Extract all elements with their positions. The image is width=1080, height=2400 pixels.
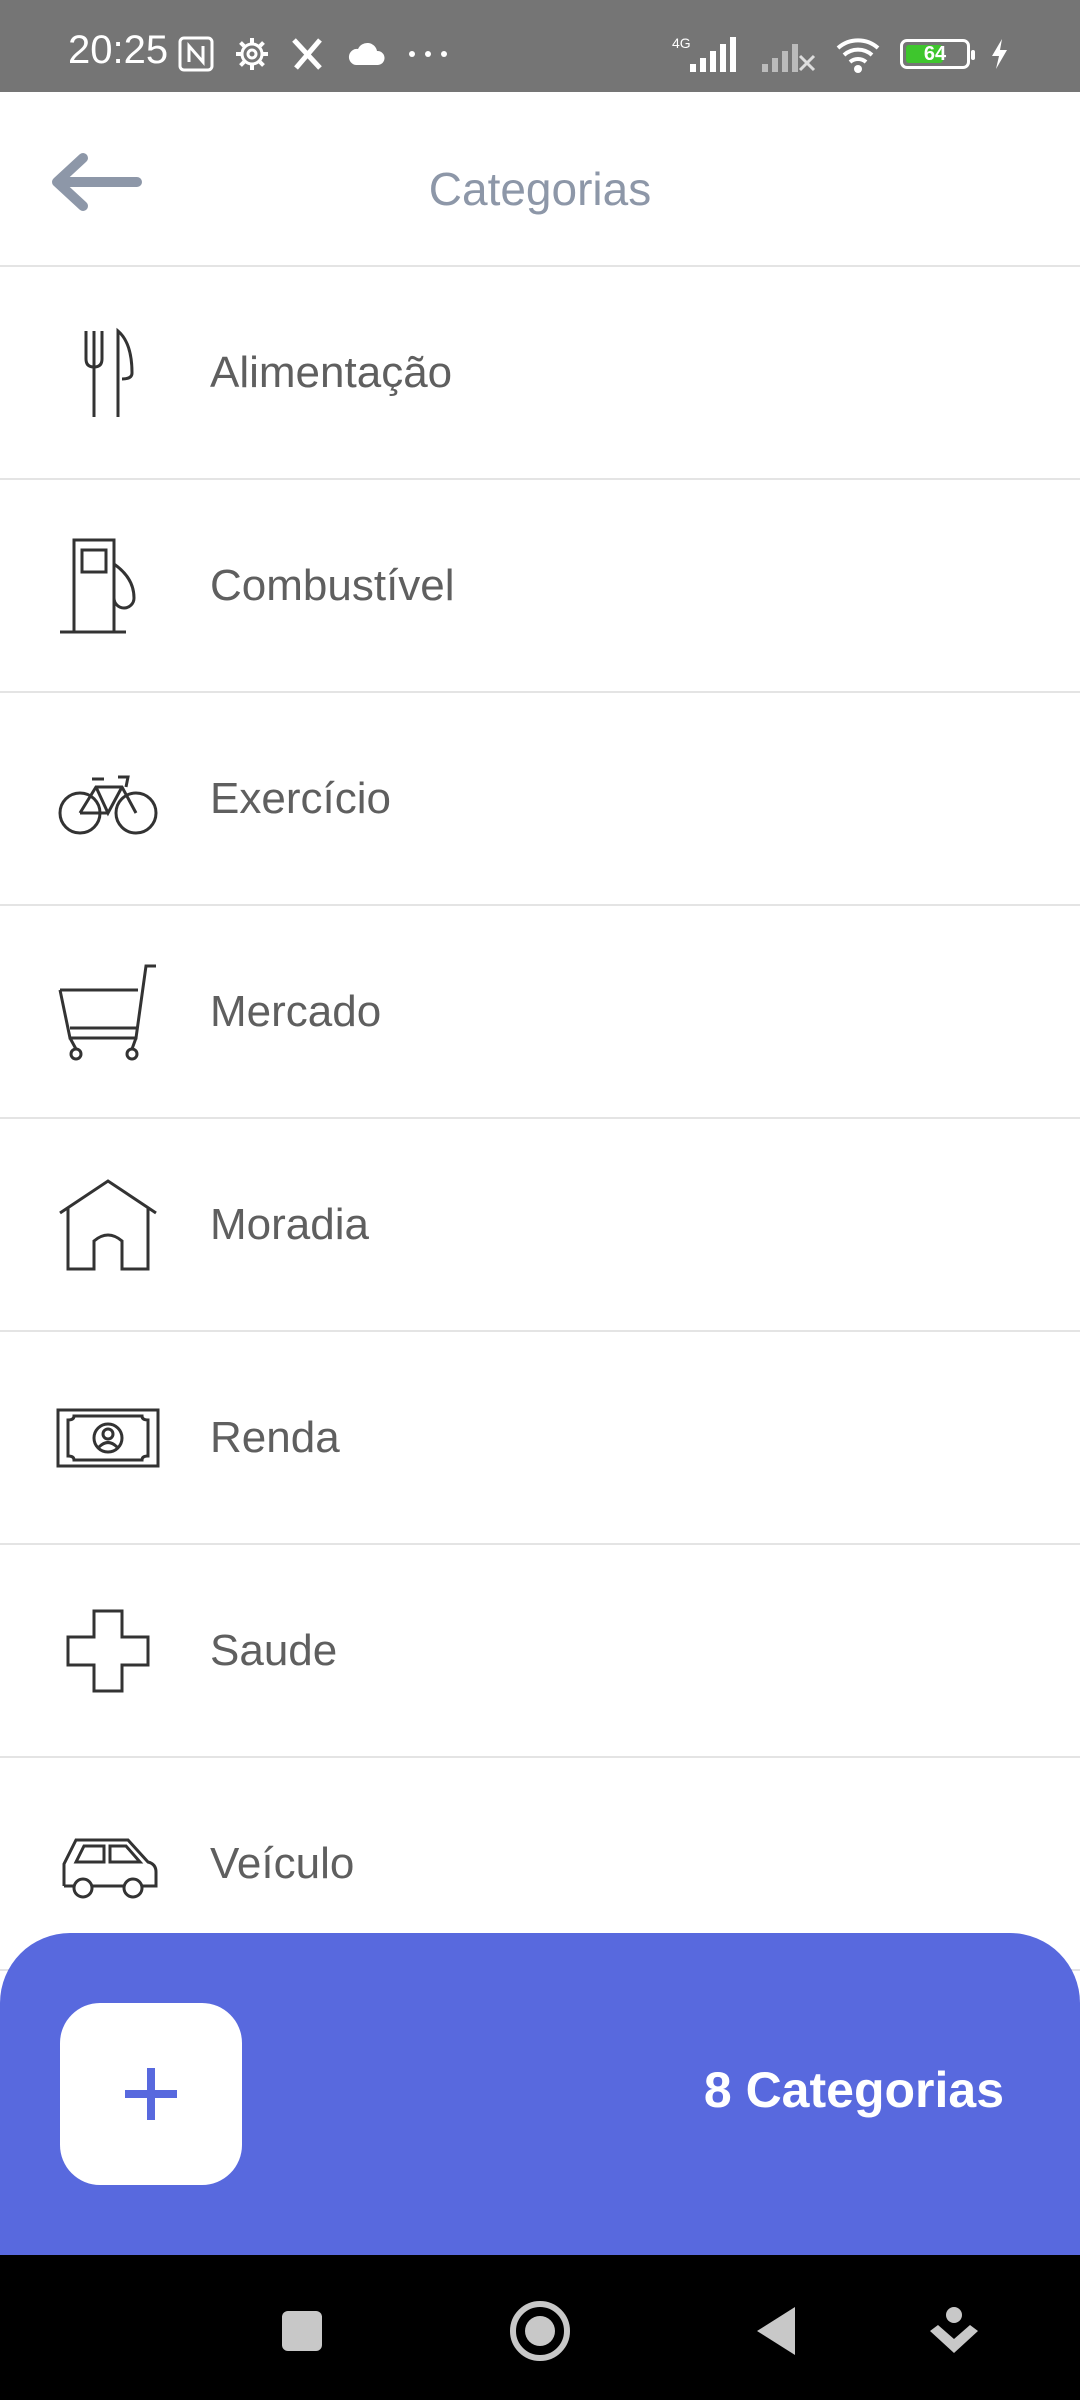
plus-icon [125, 2068, 177, 2120]
cellular-no-signal-icon [762, 44, 816, 72]
category-label: Renda [210, 1412, 340, 1462]
more-icon [409, 51, 447, 57]
app-header: Categorias [0, 92, 1080, 267]
category-label: Exercício [210, 773, 391, 823]
status-time: 20:25 [68, 28, 169, 72]
nav-back-button[interactable] [740, 2295, 812, 2367]
category-label: Saude [210, 1625, 338, 1675]
charging-bolt-icon [992, 39, 1007, 69]
fuel-pump-icon [56, 534, 160, 638]
x-app-icon [292, 38, 322, 70]
nav-assistant-button[interactable] [918, 2295, 990, 2367]
bottom-action-panel: 8 Categorias [0, 1933, 1080, 2255]
accessibility-icon [930, 2307, 978, 2353]
nav-home-button[interactable] [504, 2295, 576, 2367]
car-icon [56, 1812, 160, 1916]
wifi-icon [836, 38, 880, 73]
status-notification-icons [178, 36, 450, 72]
category-label: Alimentação [210, 347, 453, 397]
status-system-icons: 4G 64 [672, 34, 1010, 74]
nav-recents-button[interactable] [266, 2295, 338, 2367]
category-label: Combustível [210, 560, 455, 610]
category-list: Alimentação Combustível Exercício Mercad… [0, 267, 1080, 1971]
add-category-button[interactable] [60, 2003, 242, 2185]
system-navigation-bar [0, 2255, 1080, 2400]
category-item-saude[interactable]: Saude [0, 1545, 1080, 1758]
bicycle-icon [56, 747, 160, 851]
category-label: Veículo [210, 1838, 355, 1888]
cloud-icon [348, 42, 385, 65]
battery-icon: 64 [900, 39, 975, 69]
network-type-label: 4G [672, 35, 691, 51]
nfc-icon [178, 36, 214, 72]
fork-knife-icon [56, 321, 160, 425]
category-item-renda[interactable]: Renda [0, 1332, 1080, 1545]
category-item-mercado[interactable]: Mercado [0, 906, 1080, 1119]
category-count: 8 Categorias [703, 2062, 1004, 2118]
category-item-combustivel[interactable]: Combustível [0, 480, 1080, 693]
home-circle-icon [510, 2301, 570, 2361]
square-icon [282, 2311, 322, 2351]
category-label: Moradia [210, 1199, 369, 1249]
category-item-alimentacao[interactable]: Alimentação [0, 267, 1080, 480]
battery-percent: 64 [923, 42, 947, 65]
house-icon [56, 1173, 160, 1277]
category-label: Mercado [210, 986, 382, 1036]
cellular-signal-4g-icon: 4G [672, 35, 736, 72]
medical-cross-icon [56, 1599, 160, 1703]
settings-gear-icon [236, 38, 268, 70]
status-bar: 20:25 4G 64 [0, 0, 1080, 92]
category-item-moradia[interactable]: Moradia [0, 1119, 1080, 1332]
triangle-back-icon [757, 2307, 795, 2355]
shopping-cart-icon [56, 960, 160, 1064]
page-title: Categorias [428, 163, 652, 215]
banknote-icon [56, 1386, 160, 1490]
category-item-exercicio[interactable]: Exercício [0, 693, 1080, 906]
